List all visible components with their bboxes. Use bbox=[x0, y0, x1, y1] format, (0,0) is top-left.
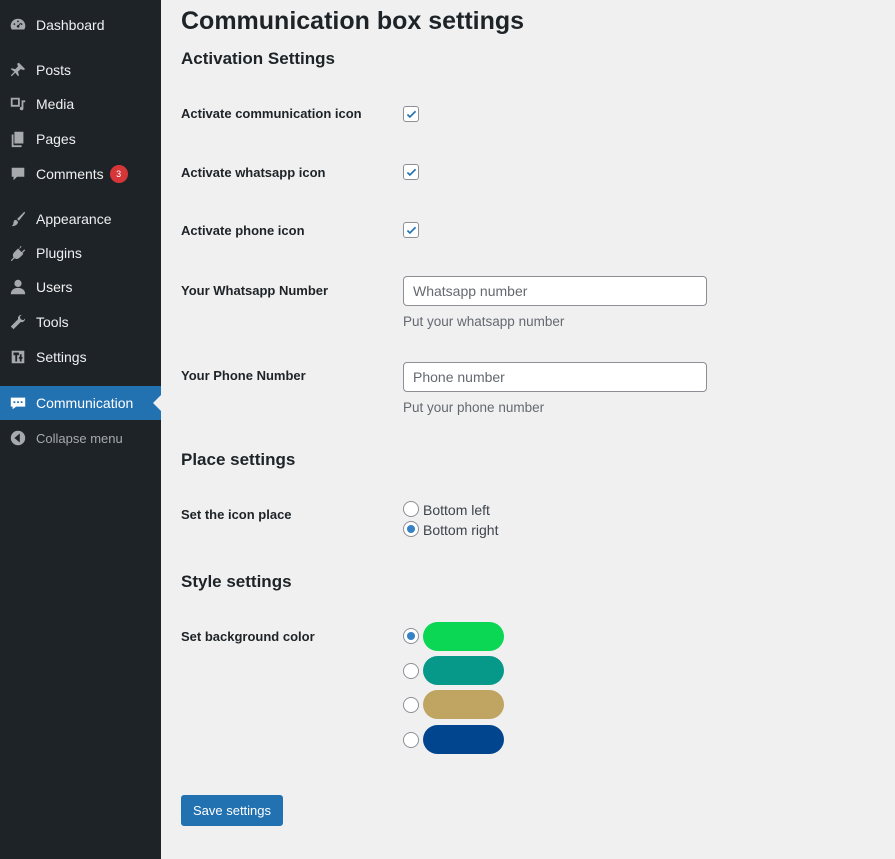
pages-icon bbox=[8, 129, 28, 149]
color-swatch-1[interactable] bbox=[423, 622, 504, 651]
pin-icon bbox=[8, 60, 28, 80]
collapse-icon bbox=[8, 428, 28, 448]
activate-phone-checkbox[interactable] bbox=[403, 222, 419, 238]
sidebar-item-label: Tools bbox=[36, 314, 69, 330]
collapse-menu-button[interactable]: Collapse menu bbox=[0, 421, 161, 455]
sidebar-item-label: Users bbox=[36, 279, 73, 295]
checkmark-icon bbox=[406, 110, 416, 118]
media-icon bbox=[8, 94, 28, 114]
settings-page: Communication box settings Activation Se… bbox=[181, 0, 881, 859]
save-settings-button[interactable]: Save settings bbox=[181, 795, 283, 826]
sidebar-item-label: Pages bbox=[36, 131, 76, 147]
activate-whatsapp-label: Activate whatsapp icon bbox=[181, 165, 326, 180]
sidebar-item-comments[interactable]: Comments 3 bbox=[0, 157, 161, 191]
bottom-left-radio[interactable] bbox=[403, 501, 419, 517]
activate-phone-label: Activate phone icon bbox=[181, 223, 305, 238]
sidebar-item-label: Appearance bbox=[36, 211, 112, 227]
checkmark-icon bbox=[406, 168, 416, 176]
sidebar-item-label: Settings bbox=[36, 349, 87, 365]
color-option-radio-4[interactable] bbox=[403, 732, 419, 748]
sidebar-item-dashboard[interactable]: Dashboard bbox=[0, 8, 161, 42]
wrench-icon bbox=[8, 312, 28, 332]
background-color-label: Set background color bbox=[181, 629, 315, 644]
dashboard-icon bbox=[8, 15, 28, 35]
checkmark-icon bbox=[406, 226, 416, 234]
sidebar-item-pages[interactable]: Pages bbox=[0, 122, 161, 156]
icon-place-label: Set the icon place bbox=[181, 507, 292, 522]
whatsapp-number-input[interactable] bbox=[403, 276, 707, 306]
sidebar-item-media[interactable]: Media bbox=[0, 87, 161, 121]
sidebar-item-appearance[interactable]: Appearance bbox=[0, 202, 161, 236]
whatsapp-number-label: Your Whatsapp Number bbox=[181, 283, 329, 298]
activate-communication-label: Activate communication icon bbox=[181, 106, 362, 121]
activation-settings-heading: Activation Settings bbox=[181, 49, 335, 68]
bottom-right-label: Bottom right bbox=[423, 522, 499, 538]
sidebar-item-posts[interactable]: Posts bbox=[0, 53, 161, 87]
sidebar-item-label: Posts bbox=[36, 62, 72, 78]
phone-number-input[interactable] bbox=[403, 362, 707, 392]
color-swatch-3[interactable] bbox=[423, 690, 504, 719]
settings-icon bbox=[8, 347, 28, 367]
brush-icon bbox=[8, 209, 28, 229]
phone-number-label: Your Phone Number bbox=[181, 368, 306, 383]
bottom-right-radio[interactable] bbox=[403, 521, 419, 537]
sidebar-item-label: Dashboard bbox=[36, 17, 105, 33]
bottom-left-label: Bottom left bbox=[423, 502, 490, 518]
whatsapp-number-description: Put your whatsapp number bbox=[403, 314, 565, 329]
sidebar-item-label: Comments bbox=[36, 166, 104, 182]
place-settings-heading: Place settings bbox=[181, 450, 296, 469]
sidebar-item-settings[interactable]: Settings bbox=[0, 340, 161, 374]
sidebar-item-plugins[interactable]: Plugins bbox=[0, 236, 161, 270]
phone-number-description: Put your phone number bbox=[403, 400, 545, 415]
color-option-radio-2[interactable] bbox=[403, 663, 419, 679]
sidebar-item-communication[interactable]: Communication bbox=[0, 386, 161, 420]
user-icon bbox=[8, 277, 28, 297]
plugin-icon bbox=[8, 243, 28, 263]
sidebar-item-label: Communication bbox=[36, 395, 134, 411]
sidebar-item-users[interactable]: Users bbox=[0, 270, 161, 304]
style-settings-heading: Style settings bbox=[181, 572, 292, 591]
sidebar-item-label: Plugins bbox=[36, 245, 82, 261]
admin-sidebar: Dashboard Posts Media Pages Comments 3 A… bbox=[0, 0, 161, 859]
color-option-radio-3[interactable] bbox=[403, 697, 419, 713]
sidebar-item-label: Media bbox=[36, 96, 75, 112]
color-option-radio-1[interactable] bbox=[403, 628, 419, 644]
comment-icon bbox=[8, 164, 28, 184]
color-swatch-4[interactable] bbox=[423, 725, 504, 754]
communication-icon bbox=[8, 393, 28, 413]
sidebar-item-tools[interactable]: Tools bbox=[0, 305, 161, 339]
activate-whatsapp-checkbox[interactable] bbox=[403, 164, 419, 180]
activate-communication-checkbox[interactable] bbox=[403, 106, 419, 122]
sidebar-item-label: Collapse menu bbox=[36, 430, 123, 446]
comments-count-badge: 3 bbox=[109, 165, 128, 183]
page-title: Communication box settings bbox=[181, 7, 525, 35]
color-swatch-2[interactable] bbox=[423, 656, 504, 685]
